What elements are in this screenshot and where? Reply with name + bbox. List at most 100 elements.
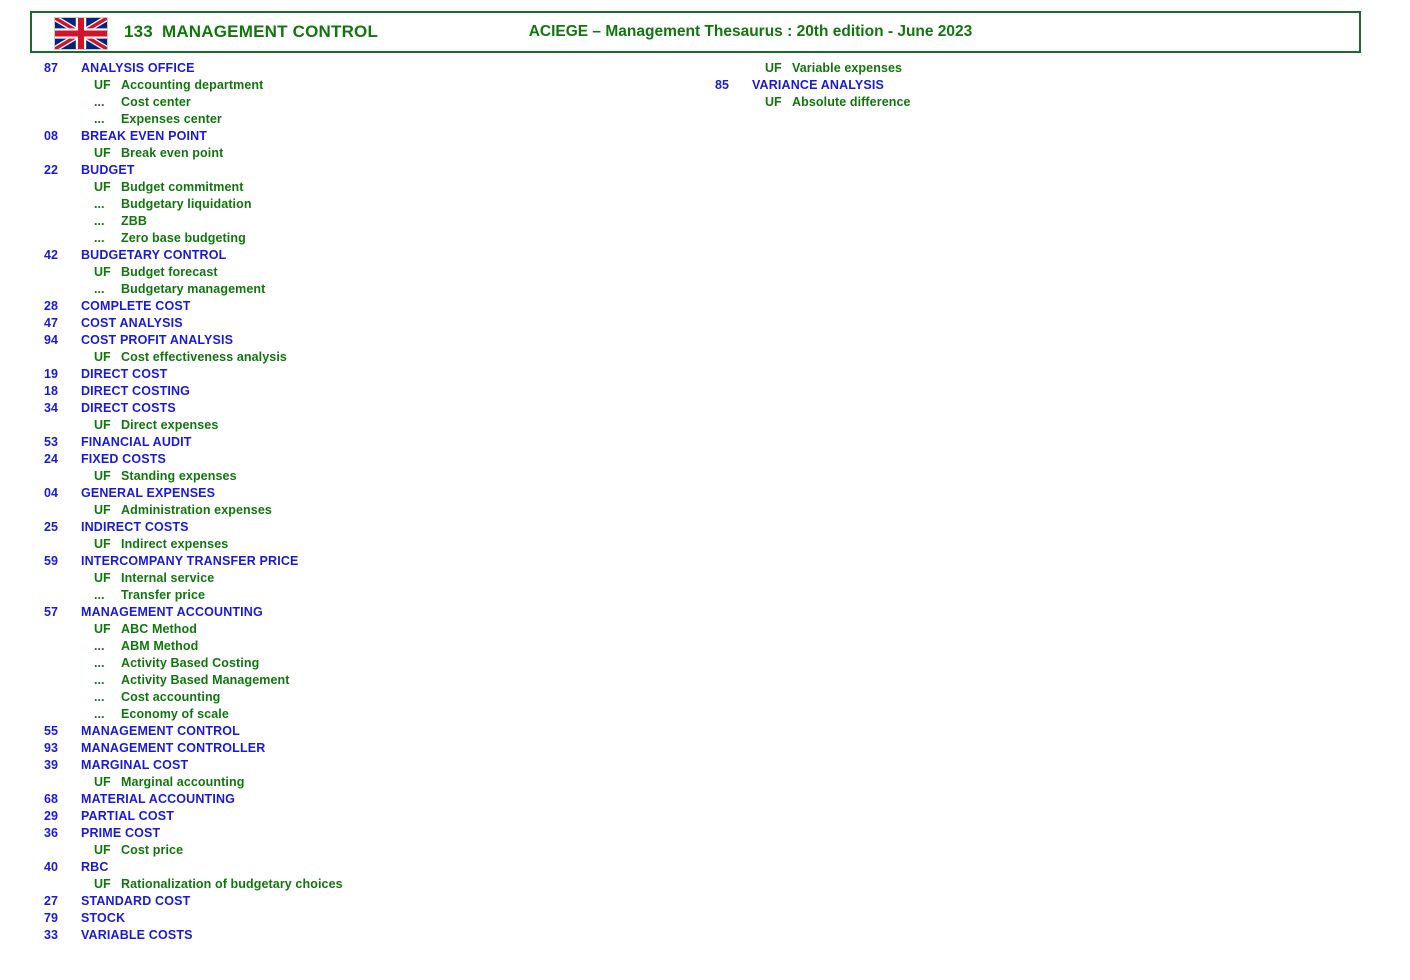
nondescriptor-row[interactable]: ... Activity Based Costing xyxy=(44,655,664,672)
descriptor-row[interactable]: 08 BREAK EVEN POINT xyxy=(44,128,664,145)
nondescriptor-row[interactable]: ... Expenses center xyxy=(44,111,664,128)
descriptor-row[interactable]: 19 DIRECT COST xyxy=(44,366,664,383)
nondescriptor-term: Expenses center xyxy=(121,112,222,126)
descriptor-row[interactable]: 22 BUDGET xyxy=(44,162,664,179)
nondescriptor-term: Administration expenses xyxy=(121,503,272,517)
descriptor-row[interactable]: 34 DIRECT COSTS xyxy=(44,400,664,417)
nondescriptor-term: ABM Method xyxy=(121,639,199,653)
descriptor-row[interactable]: 28 COMPLETE COST xyxy=(44,298,664,315)
descriptor-row[interactable]: 29 PARTIAL COST xyxy=(44,808,664,825)
descriptor-term: VARIANCE ANALYSIS xyxy=(752,78,884,92)
descriptor-row[interactable]: 36 PRIME COST xyxy=(44,825,664,842)
descriptor-row[interactable]: 93 MANAGEMENT CONTROLLER xyxy=(44,740,664,757)
descriptor-row[interactable]: 24 FIXED COSTS xyxy=(44,451,664,468)
nondescriptor-row[interactable]: UF Marginal accounting xyxy=(44,774,664,791)
descriptor-row[interactable]: 27 STANDARD COST xyxy=(44,893,664,910)
descriptor-term: MANAGEMENT CONTROL xyxy=(81,724,240,738)
nondescriptor-row[interactable]: UF Administration expenses xyxy=(44,502,664,519)
nondescriptor-row[interactable]: ... Budgetary management xyxy=(44,281,664,298)
nondescriptor-row[interactable]: UF Variable expenses xyxy=(715,60,1335,77)
used-for-marker: UF xyxy=(765,95,782,109)
descriptor-row[interactable]: 39 MARGINAL COST xyxy=(44,757,664,774)
nondescriptor-row[interactable]: UF Budget forecast xyxy=(44,264,664,281)
page-title: ACIEGE – Management Thesaurus : 20th edi… xyxy=(528,23,973,40)
nondescriptor-term: ZBB xyxy=(121,214,147,228)
descriptor-row[interactable]: 42 BUDGETARY CONTROL xyxy=(44,247,664,264)
nondescriptor-row[interactable]: UF Accounting department xyxy=(44,77,664,94)
nondescriptor-row[interactable]: UF Budget commitment xyxy=(44,179,664,196)
descriptor-row[interactable]: 47 COST ANALYSIS xyxy=(44,315,664,332)
nondescriptor-row[interactable]: UF Break even point xyxy=(44,145,664,162)
used-for-marker: UF xyxy=(94,571,111,585)
nondescriptor-term: Accounting department xyxy=(121,78,264,92)
descriptor-row[interactable]: 94 COST PROFIT ANALYSIS xyxy=(44,332,664,349)
descriptor-term: COMPLETE COST xyxy=(81,299,191,313)
descriptor-term: INTERCOMPANY TRANSFER PRICE xyxy=(81,554,299,568)
used-for-marker: UF xyxy=(94,877,111,891)
descriptor-term: COST ANALYSIS xyxy=(81,316,183,330)
nondescriptor-term: Budgetary management xyxy=(121,282,266,296)
nondescriptor-row[interactable]: ... Zero base budgeting xyxy=(44,230,664,247)
nondescriptor-term: Marginal accounting xyxy=(121,775,245,789)
descriptor-number: 85 xyxy=(715,78,729,92)
descriptor-number: 08 xyxy=(44,129,58,143)
used-for-marker: UF xyxy=(94,418,111,432)
descriptor-number: 40 xyxy=(44,860,58,874)
used-for-marker: UF xyxy=(765,61,782,75)
nondescriptor-row[interactable]: UF Absolute difference xyxy=(715,94,1335,111)
nondescriptor-row[interactable]: UF Direct expenses xyxy=(44,417,664,434)
nondescriptor-term: Budget commitment xyxy=(121,180,244,194)
continuation-marker: ... xyxy=(94,588,105,602)
nondescriptor-term: Budgetary liquidation xyxy=(121,197,252,211)
descriptor-row[interactable]: 57 MANAGEMENT ACCOUNTING xyxy=(44,604,664,621)
descriptor-row[interactable]: 59 INTERCOMPANY TRANSFER PRICE xyxy=(44,553,664,570)
nondescriptor-row[interactable]: ... Economy of scale xyxy=(44,706,664,723)
descriptor-number: 28 xyxy=(44,299,58,313)
nondescriptor-row[interactable]: UF Rationalization of budgetary choices xyxy=(44,876,664,893)
nondescriptor-row[interactable]: ... Cost accounting xyxy=(44,689,664,706)
descriptor-row[interactable]: 40 RBC xyxy=(44,859,664,876)
nondescriptor-term: ABC Method xyxy=(121,622,197,636)
nondescriptor-term: Internal service xyxy=(121,571,215,585)
nondescriptor-row[interactable]: UF Cost effectiveness analysis xyxy=(44,349,664,366)
continuation-marker: ... xyxy=(94,112,105,126)
descriptor-term: BREAK EVEN POINT xyxy=(81,129,208,143)
descriptor-number: 34 xyxy=(44,401,58,415)
nondescriptor-term: Cost price xyxy=(121,843,184,857)
descriptor-number: 87 xyxy=(44,61,58,75)
descriptor-row[interactable]: 53 FINANCIAL AUDIT xyxy=(44,434,664,451)
descriptor-number: 93 xyxy=(44,741,58,755)
descriptor-row[interactable]: 55 MANAGEMENT CONTROL xyxy=(44,723,664,740)
descriptor-row[interactable]: 18 DIRECT COSTING xyxy=(44,383,664,400)
descriptor-number: 24 xyxy=(44,452,58,466)
nondescriptor-term: Direct expenses xyxy=(121,418,219,432)
descriptor-row[interactable]: 79 STOCK xyxy=(44,910,664,927)
used-for-marker: UF xyxy=(94,350,111,364)
descriptor-row[interactable]: 87 ANALYSIS OFFICE xyxy=(44,60,664,77)
nondescriptor-row[interactable]: ... Budgetary liquidation xyxy=(44,196,664,213)
descriptor-term: DIRECT COSTING xyxy=(81,384,191,398)
nondescriptor-row[interactable]: UF Cost price xyxy=(44,842,664,859)
continuation-marker: ... xyxy=(94,690,105,704)
nondescriptor-row[interactable]: UF Internal service xyxy=(44,570,664,587)
nondescriptor-row[interactable]: UF Standing expenses xyxy=(44,468,664,485)
nondescriptor-row[interactable]: UF Indirect expenses xyxy=(44,536,664,553)
nondescriptor-row[interactable]: UF ABC Method xyxy=(44,621,664,638)
nondescriptor-row[interactable]: ... Transfer price xyxy=(44,587,664,604)
nondescriptor-row[interactable]: ... Cost center xyxy=(44,94,664,111)
nondescriptor-term: Cost accounting xyxy=(121,690,221,704)
nondescriptor-row[interactable]: ... ZBB xyxy=(44,213,664,230)
descriptor-row[interactable]: 68 MATERIAL ACCOUNTING xyxy=(44,791,664,808)
descriptor-row[interactable]: 33 VARIABLE COSTS xyxy=(44,927,664,944)
descriptor-row[interactable]: 04 GENERAL EXPENSES xyxy=(44,485,664,502)
descriptor-term: VARIABLE COSTS xyxy=(81,928,193,942)
descriptor-term: COST PROFIT ANALYSIS xyxy=(81,333,234,347)
nondescriptor-term: Indirect expenses xyxy=(121,537,229,551)
nondescriptor-row[interactable]: ... ABM Method xyxy=(44,638,664,655)
descriptor-row[interactable]: 85 VARIANCE ANALYSIS xyxy=(715,77,1335,94)
nondescriptor-term: Cost center xyxy=(121,95,191,109)
nondescriptor-row[interactable]: ... Activity Based Management xyxy=(44,672,664,689)
descriptor-row[interactable]: 25 INDIRECT COSTS xyxy=(44,519,664,536)
descriptor-term: ANALYSIS OFFICE xyxy=(81,61,195,75)
continuation-marker: ... xyxy=(94,197,105,211)
